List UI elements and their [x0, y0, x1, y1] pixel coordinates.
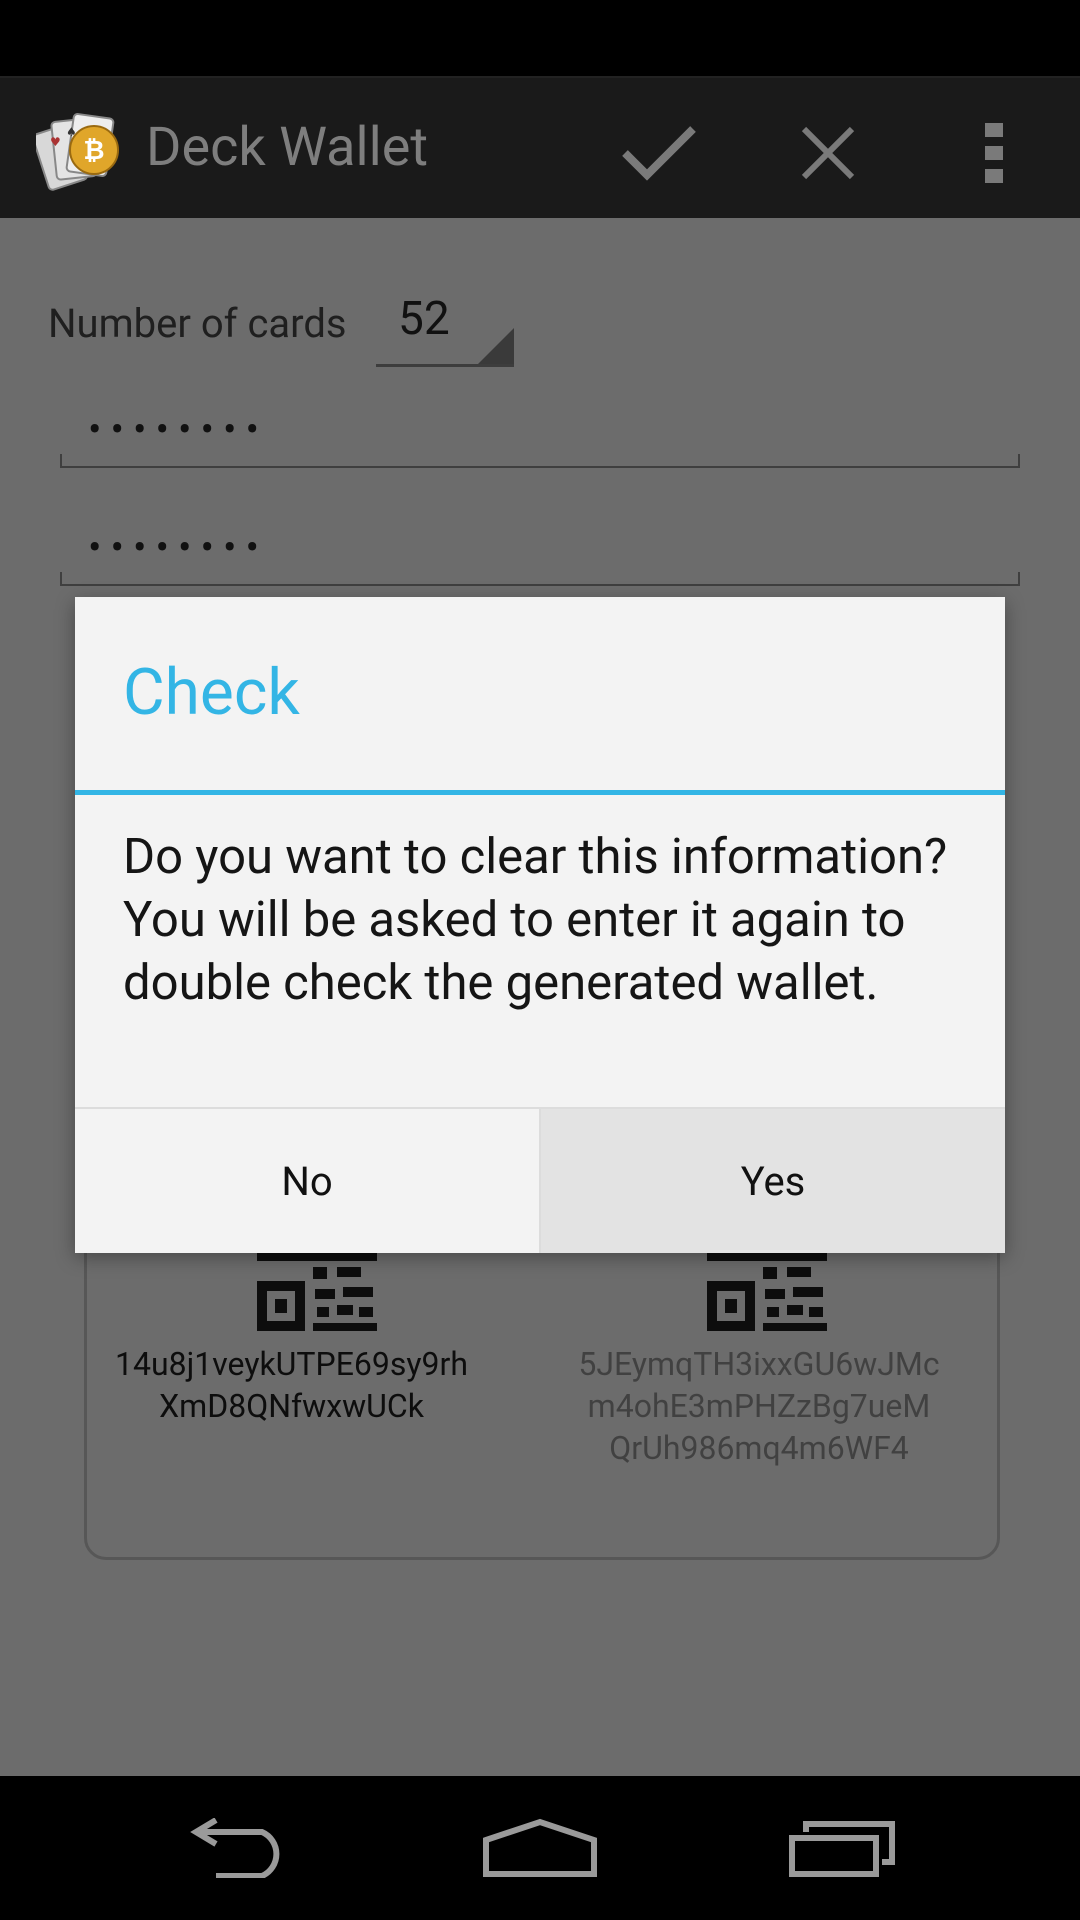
dropdown-arrow-icon: [478, 328, 514, 364]
navigation-bar: [0, 1776, 1080, 1920]
number-of-cards-value: 52: [398, 292, 450, 346]
passphrase-mask: ••••••••: [88, 406, 268, 453]
dialog-title: Check: [123, 655, 300, 730]
overflow-menu-icon[interactable]: [940, 98, 1050, 208]
public-address: 14u8j1veykUTPE69sy9rh XmD8QNfwxwUCk: [115, 1345, 468, 1425]
recent-apps-icon[interactable]: [778, 1798, 908, 1898]
private-key: 5JEymqTH3ixxGU6wJMc m4ohE3mPHZzBg7ueM Qr…: [578, 1345, 940, 1467]
dialog-message: Do you want to clear this information? Y…: [123, 828, 948, 1011]
svg-text:₿: ₿: [83, 136, 104, 166]
dialog-button-bar: No Yes: [75, 1107, 1005, 1253]
no-button[interactable]: No: [75, 1109, 541, 1253]
passphrase-confirm-mask: ••••••••: [88, 524, 268, 571]
check-dialog: Check Do you want to clear this informat…: [75, 597, 1005, 1253]
yes-button[interactable]: Yes: [541, 1109, 1005, 1253]
playing-cards-bitcoin-icon: ♥ ♠ ₿: [32, 106, 136, 196]
private-key-qr-code: [707, 1253, 827, 1333]
passphrase-field[interactable]: ••••••••: [60, 396, 1020, 468]
number-of-cards-spinner[interactable]: 52: [376, 278, 514, 367]
dialog-title-divider: [75, 790, 1005, 795]
app-title: Deck Wallet: [146, 116, 429, 179]
number-of-cards-label: Number of cards: [48, 300, 347, 347]
status-bar: [0, 0, 1080, 76]
back-icon[interactable]: [174, 1798, 304, 1898]
action-bar: ♥ ♠ ₿ Deck Wallet: [0, 76, 1080, 220]
home-icon[interactable]: [475, 1798, 605, 1898]
close-icon[interactable]: [773, 98, 883, 208]
checkmark-icon[interactable]: [604, 98, 714, 208]
passphrase-confirm-field[interactable]: ••••••••: [60, 514, 1020, 586]
svg-text:♥: ♥: [50, 135, 61, 149]
public-address-qr-code: [257, 1253, 377, 1333]
